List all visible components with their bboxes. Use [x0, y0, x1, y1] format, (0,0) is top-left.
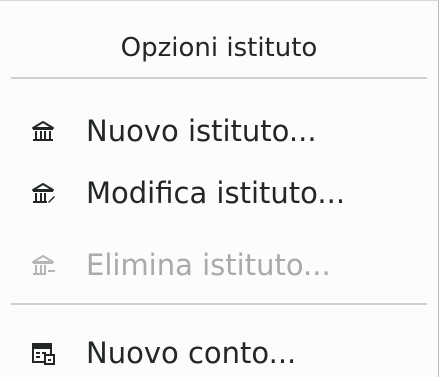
- menu-item-label: Modifica istituto...: [86, 176, 346, 210]
- menu-item-label: Elimina istituto...: [86, 248, 331, 282]
- account-new-icon: [32, 343, 55, 365]
- menu-item-new-account[interactable]: Nuovo conto...: [0, 325, 438, 381]
- menu-title: Opzioni istituto: [120, 33, 318, 63]
- menu-separator: [11, 303, 427, 305]
- menu-item-delete-institution: Elimina istituto...: [0, 237, 438, 293]
- bank-new-icon: [32, 121, 54, 141]
- bank-delete-icon: [32, 255, 55, 275]
- bank-edit-icon: [32, 183, 55, 203]
- context-menu: Opzioni istituto Nuovo istituto... Modif…: [0, 0, 439, 377]
- menu-item-label: Nuovo conto...: [86, 336, 297, 370]
- menu-item-label: Nuovo istituto...: [86, 114, 317, 148]
- menu-item-new-institution[interactable]: Nuovo istituto...: [0, 103, 438, 159]
- menu-separator: [11, 77, 427, 79]
- menu-item-edit-institution[interactable]: Modifica istituto...: [0, 165, 438, 221]
